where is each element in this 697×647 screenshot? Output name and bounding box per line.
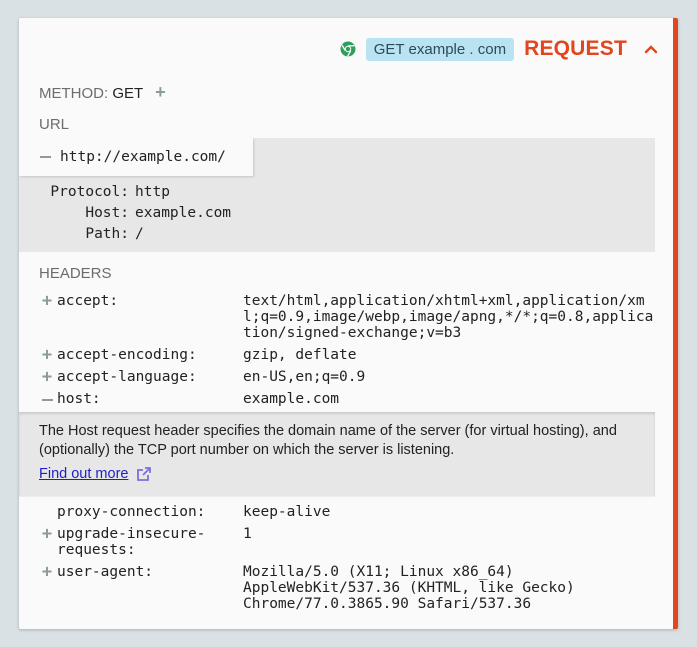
host-header-description: The Host request header specifies the do… <box>39 423 617 458</box>
header-value: keep-alive <box>243 504 331 520</box>
url-part-protocol: Protocol: http <box>39 182 231 203</box>
header-row-proxy-connection: proxy-connection: keep-alive <box>19 502 668 524</box>
headers-label: HEADERS <box>39 265 112 282</box>
url-label: URL <box>39 116 70 133</box>
host-header-doc: The Host request header specifies the do… <box>19 412 655 496</box>
header-name: host: <box>57 391 101 407</box>
url-part-key: Host: <box>85 205 129 221</box>
external-link-icon[interactable] <box>136 466 152 482</box>
url-part-host: Host: example.com <box>39 203 231 224</box>
url-row[interactable]: http://example.com/ <box>19 138 253 176</box>
request-header[interactable]: GET example . com REQUEST <box>340 34 659 64</box>
header-row-host[interactable]: host: example.com <box>19 389 668 411</box>
headers-list-continued: proxy-connection: keep-alive + upgrade-i… <box>19 502 668 616</box>
header-name: accept-language: <box>57 369 197 385</box>
header-name: proxy-connection: <box>57 504 206 520</box>
find-out-more[interactable]: Find out more <box>39 466 152 482</box>
header-name: user-agent: <box>57 564 154 580</box>
url-part-key: Path: <box>85 226 129 242</box>
header-value: Mozilla/5.0 (X11; Linux x86_64) AppleWeb… <box>243 564 575 612</box>
header-toggle-placeholder <box>37 504 57 520</box>
collapse-url-icon[interactable] <box>40 156 51 158</box>
section-title: REQUEST <box>524 37 627 60</box>
chrome-icon <box>340 41 356 57</box>
url-part-value: / <box>135 226 144 242</box>
expand-header-icon[interactable]: + <box>37 369 57 386</box>
header-row-upgrade-insecure-requests[interactable]: + upgrade-insecure- requests: 1 <box>19 524 668 562</box>
host-badge: example . com <box>408 40 507 58</box>
expand-method-icon[interactable]: + <box>155 83 166 101</box>
header-row-accept[interactable]: + accept: text/html,application/xhtml+xm… <box>19 291 668 345</box>
expand-header-icon[interactable]: + <box>37 347 57 364</box>
expand-header-icon[interactable]: + <box>37 293 57 341</box>
header-value: en-US,en;q=0.9 <box>243 369 366 385</box>
chevron-up-icon[interactable] <box>643 41 659 57</box>
header-value: gzip, deflate <box>243 347 357 363</box>
method-badge: GET <box>373 40 405 58</box>
url-value: http://example.com/ <box>60 149 226 165</box>
headers-list: + accept: text/html,application/xhtml+xm… <box>19 291 668 411</box>
url-parts: Protocol: http Host: example.com Path: / <box>39 182 231 245</box>
collapse-header-icon[interactable] <box>37 391 57 407</box>
method-value: GET <box>112 85 143 102</box>
url-part-path: Path: / <box>39 224 231 245</box>
expand-header-icon[interactable]: + <box>37 526 57 558</box>
header-name: accept: <box>57 293 119 309</box>
url-part-value: example.com <box>135 205 232 221</box>
expand-header-icon[interactable]: + <box>37 564 57 612</box>
method-row: METHOD: GET + <box>39 83 166 102</box>
header-name: accept-encoding: <box>57 347 197 363</box>
url-part-value: http <box>135 184 170 200</box>
request-summary-badge: GET example . com <box>365 37 515 61</box>
header-value: 1 <box>243 526 252 542</box>
url-part-key: Protocol: <box>50 184 129 200</box>
header-value: example.com <box>243 391 340 407</box>
header-row-user-agent[interactable]: + user-agent: Mozilla/5.0 (X11; Linux x8… <box>19 562 668 616</box>
find-out-more-link[interactable]: Find out more <box>39 466 128 482</box>
header-row-accept-encoding[interactable]: + accept-encoding: gzip, deflate <box>19 345 668 367</box>
request-card: GET example . com REQUEST METHOD: GET + U… <box>19 18 678 629</box>
method-label: METHOD: <box>39 85 109 102</box>
header-row-accept-language[interactable]: + accept-language: en-US,en;q=0.9 <box>19 367 668 389</box>
header-value: text/html,application/xhtml+xml,applicat… <box>243 293 654 341</box>
header-name: upgrade-insecure- requests: <box>57 526 206 558</box>
